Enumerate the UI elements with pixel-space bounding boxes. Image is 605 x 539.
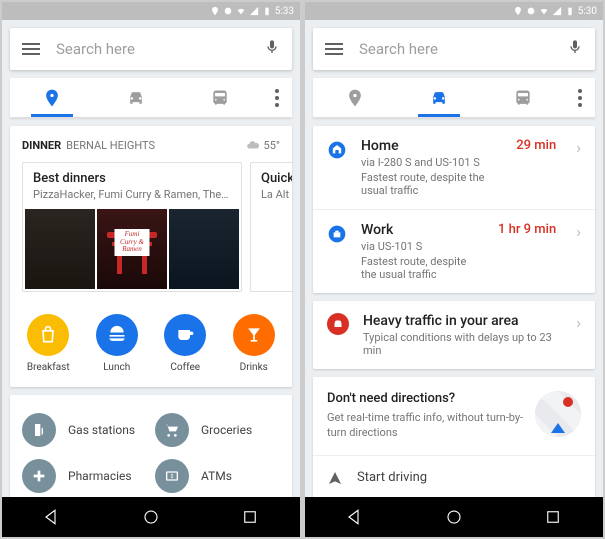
sync-icon <box>526 6 536 16</box>
status-time: 5:33 <box>275 6 294 17</box>
srv-gas[interactable]: Gas stations <box>18 407 151 453</box>
restaurant-image: Fumi Curry & Ramen <box>97 209 167 289</box>
weather: 55° <box>246 138 280 152</box>
recent-icon[interactable] <box>544 508 562 526</box>
cat-drinks[interactable]: Drinks <box>220 314 289 373</box>
traffic-icon <box>327 313 349 335</box>
hamburger-icon[interactable] <box>22 43 40 55</box>
home-pin-icon <box>327 140 347 160</box>
home-icon[interactable] <box>142 508 160 526</box>
mic-icon[interactable] <box>264 37 280 61</box>
chevron-right-icon: › <box>576 138 581 157</box>
back-icon[interactable] <box>43 508 61 526</box>
work-pin-icon <box>327 224 347 244</box>
wifi-icon <box>539 6 549 16</box>
search-input[interactable]: Search here <box>40 40 264 58</box>
sync-icon <box>223 6 233 16</box>
content-explore: DINNER BERNAL HEIGHTS 55° Best dinners P… <box>2 118 300 497</box>
signal-icon <box>249 6 259 16</box>
start-driving-button[interactable]: Start driving <box>313 455 595 497</box>
tab-explore[interactable] <box>313 78 397 117</box>
srv-pharmacies[interactable]: Pharmacies <box>18 453 151 497</box>
content-driving: Home via I-280 S and US-101 S Fastest ro… <box>305 118 603 497</box>
dinner-item[interactable]: Best dinners PizzaHacker, Fumi Curry & R… <box>22 162 242 292</box>
dinner-card: DINNER BERNAL HEIGHTS 55° Best dinners P… <box>10 126 292 387</box>
tab-explore[interactable] <box>10 78 94 117</box>
search-bar[interactable]: Search here <box>313 28 595 70</box>
srv-groceries[interactable]: Groceries <box>151 407 284 453</box>
dinner-label: DINNER <box>22 139 61 152</box>
tabs <box>313 78 595 118</box>
more-icon[interactable] <box>262 89 292 107</box>
dest-work[interactable]: Work via US-101 S Fastest route, despite… <box>313 210 595 293</box>
categories: Breakfast Lunch Coffee Drinks <box>10 304 292 387</box>
nav-bar <box>305 497 603 537</box>
dinner-item[interactable]: Quick La Alt <box>250 162 292 292</box>
nav-bar <box>2 497 300 537</box>
navigate-icon <box>327 470 343 486</box>
tab-transit[interactable] <box>178 78 262 117</box>
location-icon <box>210 6 220 16</box>
battery-icon <box>565 6 575 16</box>
tabs <box>10 78 292 118</box>
map-preview-icon <box>535 391 581 437</box>
wifi-icon <box>236 6 246 16</box>
tab-driving[interactable] <box>94 78 178 117</box>
no-directions-card: Don't need directions? Get real-time tra… <box>313 377 595 497</box>
dest-home[interactable]: Home via I-280 S and US-101 S Fastest ro… <box>313 126 595 210</box>
chevron-right-icon: › <box>576 222 581 241</box>
tab-driving[interactable] <box>397 78 481 117</box>
home-icon[interactable] <box>445 508 463 526</box>
location-icon <box>513 6 523 16</box>
srv-atms[interactable]: $ATMs <box>151 453 284 497</box>
back-icon[interactable] <box>346 508 364 526</box>
traffic-card[interactable]: Heavy traffic in your area Typical condi… <box>313 301 595 369</box>
cloud-icon <box>246 138 260 152</box>
hamburger-icon[interactable] <box>325 43 343 55</box>
phone-explore: 5:33 Search here DINNER BERNAL HEIGHTS 5… <box>2 2 300 537</box>
destinations-card: Home via I-280 S and US-101 S Fastest ro… <box>313 126 595 293</box>
search-input[interactable]: Search here <box>343 40 567 58</box>
battery-icon <box>262 6 272 16</box>
svg-text:$: $ <box>171 473 174 480</box>
services-card: Gas stations Groceries Pharmacies $ATMs <box>10 395 292 497</box>
more-icon[interactable] <box>565 89 595 107</box>
status-time: 5:30 <box>578 6 597 17</box>
signal-icon <box>552 6 562 16</box>
phone-driving: 5:30 Search here Home via I-280 S and US… <box>305 2 603 537</box>
cat-lunch[interactable]: Lunch <box>83 314 152 373</box>
cat-breakfast[interactable]: Breakfast <box>14 314 83 373</box>
tab-transit[interactable] <box>481 78 565 117</box>
cat-coffee[interactable]: Coffee <box>151 314 220 373</box>
search-bar[interactable]: Search here <box>10 28 292 70</box>
restaurant-image <box>169 209 239 289</box>
restaurant-image <box>25 209 95 289</box>
dinner-location: BERNAL HEIGHTS <box>66 139 155 152</box>
status-bar: 5:33 <box>2 2 300 20</box>
mic-icon[interactable] <box>567 37 583 61</box>
chevron-right-icon: › <box>576 313 581 332</box>
status-bar: 5:30 <box>305 2 603 20</box>
recent-icon[interactable] <box>241 508 259 526</box>
